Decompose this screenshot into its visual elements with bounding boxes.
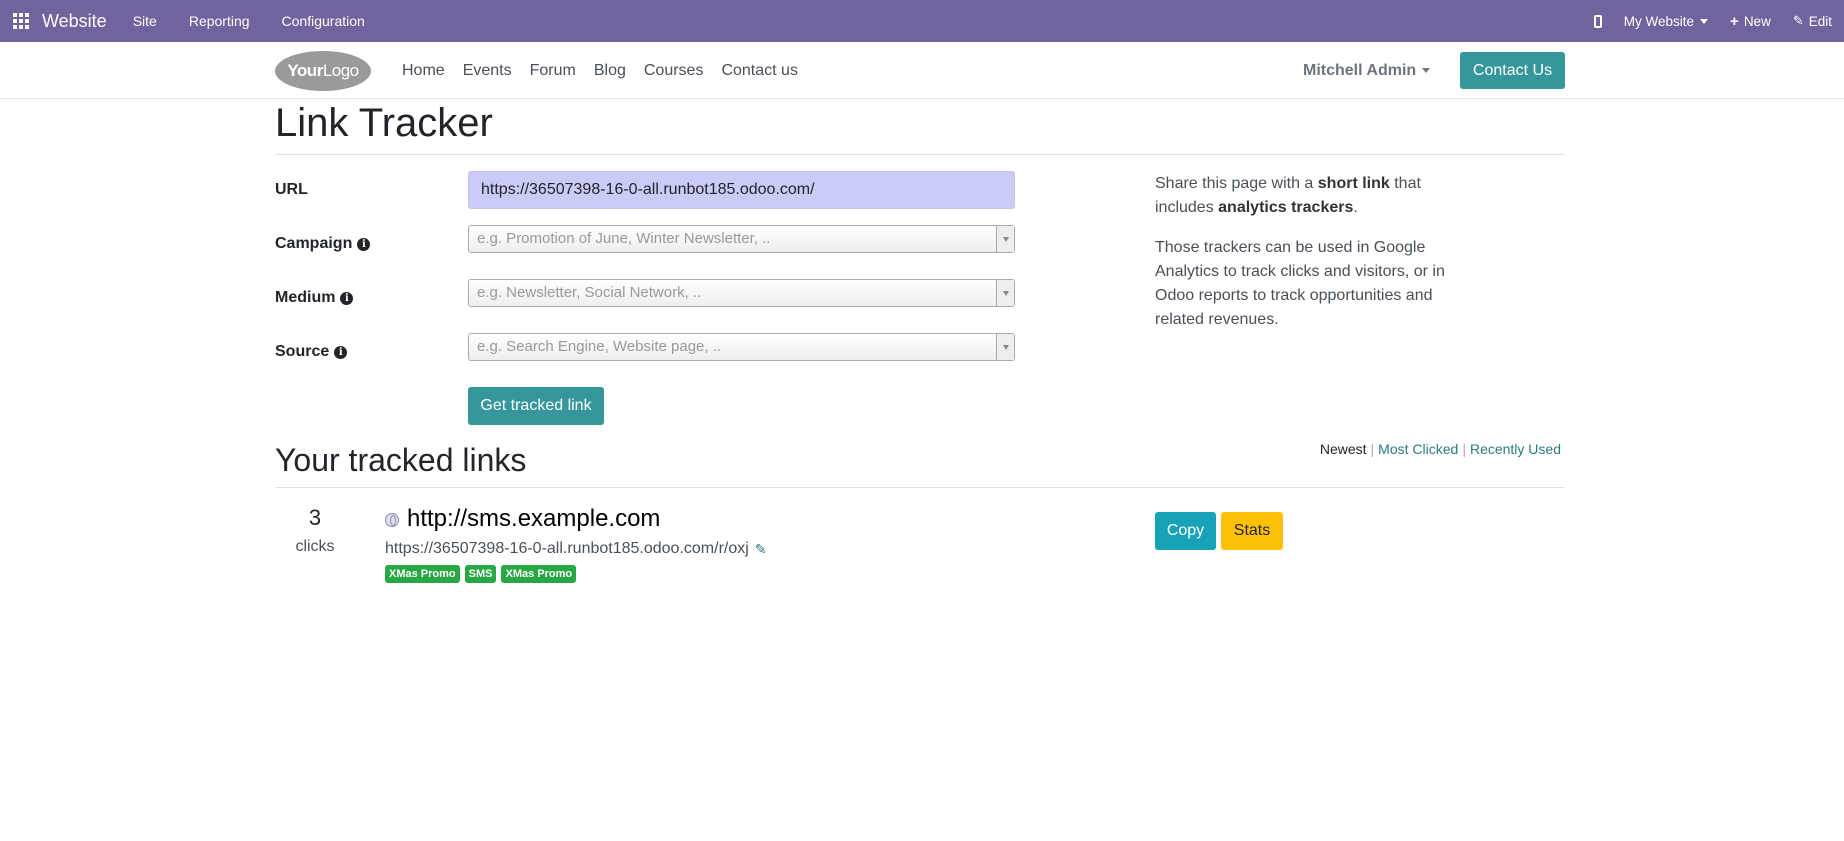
nav-courses[interactable]: Courses	[644, 62, 704, 80]
dropdown-arrow-icon[interactable]	[996, 334, 1014, 360]
sort-separator: |	[1462, 441, 1466, 457]
contact-us-button[interactable]: Contact Us	[1460, 52, 1565, 89]
edit-pencil-icon[interactable]: ✎	[755, 541, 767, 558]
dropdown-arrow-icon[interactable]	[996, 280, 1014, 306]
user-menu[interactable]: Mitchell Admin	[1303, 42, 1431, 99]
medium-placeholder: e.g. Newsletter, Social Network, ..	[477, 284, 702, 301]
mobile-preview-button[interactable]	[1593, 14, 1602, 28]
source-select[interactable]: e.g. Search Engine, Website page, ..	[468, 333, 1015, 361]
source-label: Source i	[275, 343, 348, 361]
mobile-icon	[1593, 14, 1602, 28]
new-label: New	[1743, 13, 1771, 29]
help-text-part: .	[1353, 199, 1358, 216]
info-icon[interactable]: i	[340, 291, 354, 305]
campaign-placeholder: e.g. Promotion of June, Winter Newslette…	[477, 230, 771, 247]
clicks-label: clicks	[295, 538, 335, 555]
stats-button[interactable]: Stats	[1221, 512, 1283, 550]
campaign-label: Campaign i	[275, 235, 371, 253]
info-icon[interactable]: i	[357, 237, 371, 251]
site-logo[interactable]: Your Logo	[275, 51, 371, 91]
new-button[interactable]: + New	[1730, 13, 1771, 30]
clicks-count: 3	[308, 505, 322, 530]
main-nav: Home Events Forum Blog Courses Contact u…	[402, 42, 816, 99]
help-text-part: Share this page with a	[1155, 175, 1318, 192]
url-input[interactable]: https://36507398-16-0-all.runbot185.odoo…	[468, 171, 1015, 209]
nav-forum[interactable]: Forum	[530, 62, 576, 80]
medium-label: Medium i	[275, 289, 354, 307]
tracked-links-title: Your tracked links	[275, 442, 527, 478]
divider	[275, 487, 1565, 488]
help-paragraph-2: Those trackers can be used in Google Ana…	[1155, 239, 1445, 328]
help-text-bold: analytics trackers	[1218, 199, 1354, 216]
divider	[275, 154, 1565, 155]
menu-site[interactable]: Site	[133, 13, 157, 29]
source-placeholder: e.g. Search Engine, Website page, ..	[477, 338, 722, 355]
menu-configuration[interactable]: Configuration	[282, 13, 365, 29]
copy-button[interactable]: Copy	[1155, 512, 1216, 550]
site-header: Your Logo Home Events Forum Blog Courses …	[0, 42, 1844, 99]
caret-down-icon	[1700, 18, 1709, 24]
logo-text-bold: Your	[287, 61, 323, 80]
link-tags: XMas Promo SMS XMas Promo	[385, 565, 581, 583]
menu-reporting[interactable]: Reporting	[189, 13, 250, 29]
tag-badge: XMas Promo	[501, 565, 577, 583]
sort-options: Newest | Most Clicked | Recently Used	[1320, 441, 1561, 457]
tag-badge: XMas Promo	[385, 565, 460, 583]
sort-recently-used[interactable]: Recently Used	[1470, 441, 1561, 457]
url-label: URL	[275, 181, 308, 199]
user-name: Mitchell Admin	[1303, 61, 1417, 79]
nav-events[interactable]: Events	[463, 62, 512, 80]
edit-label: Edit	[1808, 13, 1832, 29]
page-title: Link Tracker	[275, 101, 493, 145]
source-label-text: Source	[275, 343, 330, 360]
logo-text-light: Logo	[322, 61, 359, 80]
nav-blog[interactable]: Blog	[594, 62, 626, 80]
help-paragraph-1: Share this page with a short link that i…	[1155, 172, 1465, 220]
app-brand[interactable]: Website	[42, 11, 107, 32]
edit-button[interactable]: ✎ Edit	[1793, 13, 1832, 29]
admin-topbar: Website Site Reporting Configuration My …	[0, 0, 1844, 42]
help-text: Share this page with a short link that i…	[1155, 172, 1465, 348]
plus-icon: +	[1730, 12, 1739, 30]
get-tracked-link-button[interactable]: Get tracked link	[468, 387, 604, 425]
help-text-bold: short link	[1317, 175, 1390, 192]
medium-select[interactable]: e.g. Newsletter, Social Network, ..	[468, 279, 1015, 307]
website-selector-label: My Website	[1623, 13, 1695, 29]
medium-label-text: Medium	[275, 289, 336, 306]
campaign-select[interactable]: e.g. Promotion of June, Winter Newslette…	[468, 225, 1015, 253]
website-selector[interactable]: My Website	[1623, 13, 1709, 29]
pencil-icon: ✎	[1792, 13, 1804, 28]
dropdown-arrow-icon[interactable]	[996, 226, 1014, 252]
nav-contact-us[interactable]: Contact us	[721, 62, 797, 80]
short-url-text[interactable]: https://36507398-16-0-all.runbot185.odoo…	[385, 540, 749, 558]
apps-grid-icon[interactable]	[13, 13, 29, 29]
campaign-label-text: Campaign	[275, 235, 353, 252]
sort-most-clicked[interactable]: Most Clicked	[1378, 441, 1458, 457]
caret-down-icon	[1422, 68, 1431, 73]
favicon-globe-icon	[385, 513, 399, 527]
url-label-text: URL	[275, 181, 308, 198]
tag-badge: SMS	[464, 565, 497, 583]
sort-newest[interactable]: Newest	[1320, 441, 1367, 457]
link-title[interactable]: http://sms.example.com	[407, 505, 660, 533]
sort-separator: |	[1370, 441, 1375, 457]
short-url: https://36507398-16-0-all.runbot185.odoo…	[385, 540, 767, 558]
info-icon[interactable]: i	[334, 345, 348, 359]
nav-home[interactable]: Home	[402, 62, 445, 80]
